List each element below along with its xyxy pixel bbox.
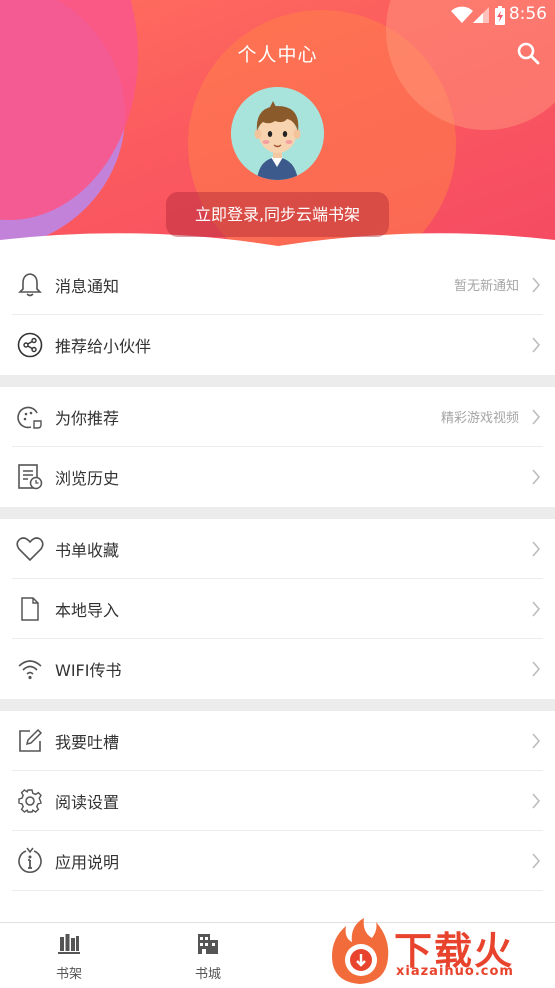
page-title: 个人中心 (237, 44, 318, 66)
status-time: 8:56 (508, 4, 547, 24)
nav-tab-label: 书城 (194, 967, 221, 982)
bookshelf-icon (58, 934, 80, 954)
bell-icon (15, 270, 45, 300)
chevron-right-icon (532, 792, 541, 809)
menu-item-wifi-transfer[interactable]: WIFI传书 (12, 639, 543, 699)
menu-group-library: 书单收藏 本地导入 WIFI传书 (0, 519, 555, 699)
menu-group-settings: 我要吐槽 阅读设置 应用说明 (0, 711, 555, 929)
menu-item-label: 为你推荐 (55, 408, 120, 428)
chevron-right-icon (532, 276, 541, 293)
avatar[interactable] (231, 87, 324, 180)
chevron-right-icon (532, 469, 541, 485)
wifi-icon (15, 654, 45, 684)
chevron-right-icon (532, 540, 541, 557)
menu-item-hint: 暂无新通知 (453, 279, 519, 294)
gear-icon (15, 786, 45, 816)
menu-item-feedback[interactable]: 我要吐槽 (12, 711, 543, 771)
avatar-illustration (231, 87, 324, 180)
battery-charging-icon (495, 6, 505, 25)
section-divider (0, 375, 555, 387)
menu-item-share[interactable]: 推荐给小伙伴 (12, 315, 543, 375)
menu-item-hint: 精彩游戏视频 (440, 411, 519, 426)
file-icon (15, 594, 45, 624)
chevron-right-icon (532, 852, 541, 869)
menu-item-label: 我要吐槽 (55, 732, 120, 752)
menu-item-app-info[interactable]: 应用说明 (12, 831, 543, 891)
menu-item-label: 本地导入 (55, 600, 120, 620)
info-icon (15, 846, 45, 876)
menu-item-label: 推荐给小伙伴 (55, 337, 152, 356)
watermark-url: xiazaihuo.com (396, 964, 514, 979)
bookstore-icon (198, 934, 218, 954)
profile-header: 8:56 个人中心 立即登录,同步云端书架 (0, 0, 555, 255)
status-bar: 8:56 (0, 0, 555, 30)
decor-circle (0, 0, 138, 220)
menu-item-label: 阅读设置 (55, 792, 120, 812)
menu-item-booklist-favorites[interactable]: 书单收藏 (12, 519, 543, 579)
search-icon[interactable] (515, 40, 541, 66)
menu-item-notifications[interactable]: 消息通知 暂无新通知 (12, 255, 543, 315)
watermark-logo: 下载火 xiazaihuo.com (328, 912, 555, 988)
heart-icon (15, 534, 45, 564)
chevron-right-icon (532, 661, 541, 677)
chevron-right-icon (532, 600, 541, 617)
nav-tab-bookshelf[interactable]: 书架 (34, 933, 104, 982)
history-icon (15, 462, 45, 492)
menu-item-label: 消息通知 (55, 276, 120, 296)
login-sync-button[interactable]: 立即登录,同步云端书架 (166, 192, 389, 237)
menu-item-recommend[interactable]: 为你推荐 精彩游戏视频 (12, 387, 543, 447)
menu-group-messages: 消息通知 暂无新通知 推荐给小伙伴 (0, 255, 555, 375)
menu-item-reading-settings[interactable]: 阅读设置 (12, 771, 543, 831)
menu-item-label: WIFI传书 (55, 661, 122, 680)
nav-tab-bookstore[interactable]: 书城 (173, 933, 243, 982)
chevron-right-icon (532, 337, 541, 353)
nav-tab-label: 书架 (55, 967, 82, 982)
section-divider (0, 507, 555, 519)
share-icon (15, 330, 45, 360)
menu-list: 消息通知 暂无新通知 推荐给小伙伴 为你推荐 精彩游戏视频 浏览历史 书单收藏 … (0, 255, 555, 929)
section-divider (0, 699, 555, 711)
chevron-right-icon (532, 408, 541, 425)
menu-item-label: 应用说明 (55, 852, 120, 872)
recommend-icon (15, 402, 45, 432)
menu-item-local-import[interactable]: 本地导入 (12, 579, 543, 639)
menu-group-discover: 为你推荐 精彩游戏视频 浏览历史 (0, 387, 555, 507)
menu-item-history[interactable]: 浏览历史 (12, 447, 543, 507)
cell-signal-icon (473, 7, 489, 23)
menu-item-label: 浏览历史 (55, 469, 120, 488)
chevron-right-icon (532, 732, 541, 749)
menu-item-label: 书单收藏 (55, 540, 120, 560)
flame-logo-icon (332, 918, 389, 984)
edit-icon (15, 726, 45, 756)
wifi-signal-icon (451, 6, 473, 23)
